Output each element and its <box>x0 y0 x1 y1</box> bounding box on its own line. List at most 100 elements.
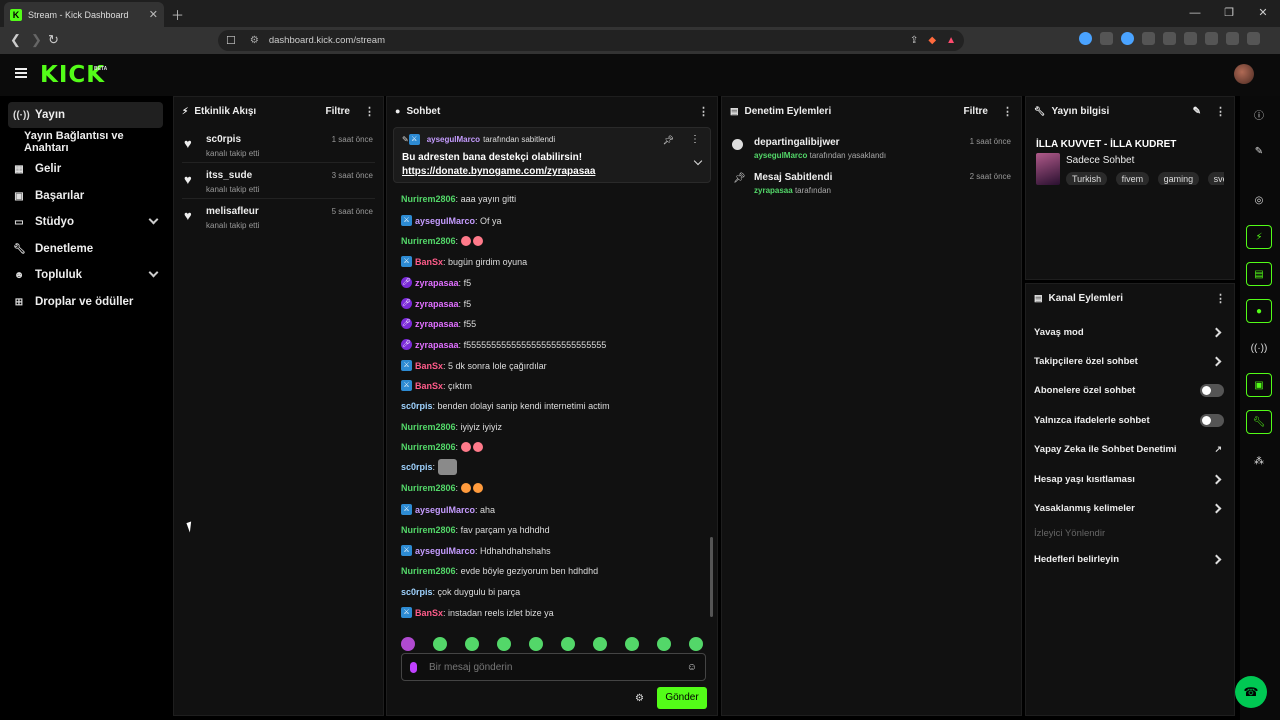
extension-icon[interactable] <box>1163 32 1176 45</box>
broadcast-icon[interactable]: ((·)) <box>1246 336 1272 360</box>
more-widgets-icon[interactable]: ⁂ <box>1246 449 1272 473</box>
more-options-icon[interactable]: ⋮ <box>1002 105 1013 118</box>
pinned-link[interactable]: https://donate.bynogame.com/zyrapasaa <box>402 166 595 177</box>
chat-username[interactable]: Nurirem2806 <box>401 236 456 246</box>
forward-icon[interactable]: ❯ <box>31 32 42 48</box>
edit-pencil-icon[interactable]: ✎ <box>1193 106 1201 117</box>
reload-icon[interactable]: ↻ <box>48 32 59 48</box>
more-options-icon[interactable]: ⋮ <box>1215 292 1226 305</box>
chat-username[interactable]: aysegulMarco <box>415 505 475 515</box>
channel-icon[interactable]: ▣ <box>1246 373 1272 397</box>
camera-icon[interactable]: ◎ <box>1246 188 1272 212</box>
menu-icon[interactable] <box>1247 32 1260 45</box>
wallet-icon[interactable] <box>1205 32 1218 45</box>
bookmark-icon[interactable]: ☐ <box>226 34 236 47</box>
pin-icon[interactable]: 📌︎ <box>663 135 674 146</box>
chat-username[interactable]: Nurirem2806 <box>401 483 456 493</box>
chat-username[interactable]: Nurirem2806 <box>401 566 456 576</box>
document-icon[interactable]: ▤ <box>1246 262 1272 286</box>
action-ai-moderation[interactable]: Yapay Zeka ile Sohbet Denetimi ↗ <box>1034 437 1226 461</box>
brave-rewards-icon[interactable]: ▲ <box>946 35 956 46</box>
moderator-user[interactable]: zyrapasaa <box>754 186 793 195</box>
event-user[interactable]: itss_sude <box>206 170 252 181</box>
site-info-icon[interactable]: ⚙ <box>250 35 259 46</box>
chat-username[interactable]: aysegulMarco <box>415 216 475 226</box>
share-icon[interactable]: ⇪ <box>910 35 918 46</box>
chat-username[interactable]: BanSx <box>415 608 443 618</box>
sidebar-icon[interactable] <box>1184 32 1197 45</box>
more-options-icon[interactable]: ⋮ <box>1215 105 1226 118</box>
emote-icon[interactable] <box>657 637 671 651</box>
emote-icon[interactable] <box>593 637 607 651</box>
sidebar-item-droplar[interactable]: ⊞ Droplar ve ödüller <box>8 289 163 315</box>
chat-username[interactable]: BanSx <box>415 361 443 371</box>
lightning-icon[interactable]: ⚡︎ <box>1246 225 1272 249</box>
stream-category[interactable]: Sadece Sohbet <box>1066 155 1134 166</box>
wrench-icon[interactable]: 🔧︎ <box>1246 410 1272 434</box>
chat-scrollbar[interactable] <box>710 537 713 617</box>
puzzle-icon[interactable] <box>1142 32 1155 45</box>
info-icon[interactable]: ⓘ <box>1246 102 1272 126</box>
moderation-target[interactable]: departingalibijwer <box>754 137 840 148</box>
event-user[interactable]: melisafleur <box>206 206 259 217</box>
minimize-icon[interactable]: — <box>1178 0 1212 27</box>
brave-shield-icon[interactable]: ◆ <box>928 35 936 46</box>
sidebar-item-topluluk[interactable]: ☻ Topluluk <box>8 262 163 288</box>
emote-icon[interactable] <box>497 637 511 651</box>
action-followers-only[interactable]: Takipçilere özel sohbet <box>1034 349 1226 373</box>
emote-icon[interactable] <box>625 637 639 651</box>
more-options-icon[interactable]: ⋮ <box>690 134 700 145</box>
emote-icon[interactable] <box>561 637 575 651</box>
url-text[interactable]: dashboard.kick.com/stream <box>269 35 900 46</box>
vpn-icon[interactable] <box>1226 32 1239 45</box>
emote-icon[interactable] <box>689 637 703 651</box>
emote-icon[interactable] <box>529 637 543 651</box>
chevron-down-icon[interactable] <box>693 156 703 166</box>
address-bar[interactable]: ☐ ⚙ dashboard.kick.com/stream ⇪ ◆ ▲ <box>218 30 964 51</box>
sidebar-item-gelir[interactable]: ▦ Gelir <box>8 156 163 182</box>
chat-username[interactable]: Nurirem2806 <box>401 442 456 452</box>
chat-username[interactable]: zyrapasaa <box>415 299 459 309</box>
sidebar-item-basarilar[interactable]: ▣ Başarılar <box>8 183 163 209</box>
close-window-icon[interactable]: ✕ <box>1246 0 1280 27</box>
pinned-by-user[interactable]: aysegulMarco <box>427 135 480 144</box>
user-avatar[interactable] <box>1234 64 1254 84</box>
edit-pencil-icon[interactable]: ✎ <box>1246 139 1272 163</box>
sidebar-item-studyo[interactable]: ▭ Stüdyo <box>8 209 163 235</box>
chat-username[interactable]: zyrapasaa <box>415 340 459 350</box>
chat-username[interactable]: sc0rpis <box>401 462 433 472</box>
sidebar-item-denetleme[interactable]: 🔧︎ Denetleme <box>8 236 163 262</box>
maximize-icon[interactable]: ❐ <box>1212 0 1246 27</box>
filter-button[interactable]: Filtre <box>964 106 988 117</box>
extension-icon[interactable] <box>1100 32 1113 45</box>
chat-input-placeholder[interactable]: Bir mesaj gönderin <box>429 662 687 673</box>
back-icon[interactable]: ❮ <box>10 32 21 48</box>
browser-tab[interactable]: K Stream - Kick Dashboard ✕ <box>4 2 164 27</box>
more-options-icon[interactable]: ⋮ <box>698 105 709 118</box>
more-options-icon[interactable]: ⋮ <box>364 105 375 118</box>
chat-username[interactable]: Nurirem2806 <box>401 422 456 432</box>
chat-username[interactable]: BanSx <box>415 257 443 267</box>
filter-button[interactable]: Filtre <box>326 106 350 117</box>
chat-username[interactable]: zyrapasaa <box>415 319 459 329</box>
chat-input[interactable]: Bir mesaj gönderin ☺ <box>401 653 706 681</box>
chat-username[interactable]: Nurirem2806 <box>401 525 456 535</box>
action-account-age[interactable]: Hesap yaşı kısıtlaması <box>1034 467 1226 491</box>
chat-username[interactable]: Nurirem2806 <box>401 194 456 204</box>
emotes-only-toggle[interactable] <box>1200 413 1224 427</box>
emote-icon[interactable] <box>465 637 479 651</box>
moderator-user[interactable]: aysegulMarco <box>754 151 807 160</box>
emote-icon[interactable] <box>401 637 415 651</box>
subscribers-only-toggle[interactable] <box>1200 383 1224 397</box>
action-slow-mode[interactable]: Yavaş mod <box>1034 320 1226 344</box>
emote-icon[interactable] <box>433 637 447 651</box>
send-button[interactable]: Gönder <box>657 687 707 709</box>
chat-username[interactable]: zyrapasaa <box>415 278 459 288</box>
extension-icon[interactable] <box>1121 32 1134 45</box>
action-set-goals[interactable]: Hedefleri belirleyin <box>1034 547 1226 571</box>
chat-settings-gear-icon[interactable]: ⚙ <box>635 693 644 704</box>
sidebar-item-stream-key[interactable]: Yayın Bağlantısı ve Anahtarı <box>8 129 163 155</box>
chat-username[interactable]: BanSx <box>415 381 443 391</box>
sidebar-item-yayin[interactable]: ((·)) Yayın <box>8 102 163 128</box>
chat-username[interactable]: sc0rpis <box>401 401 433 411</box>
